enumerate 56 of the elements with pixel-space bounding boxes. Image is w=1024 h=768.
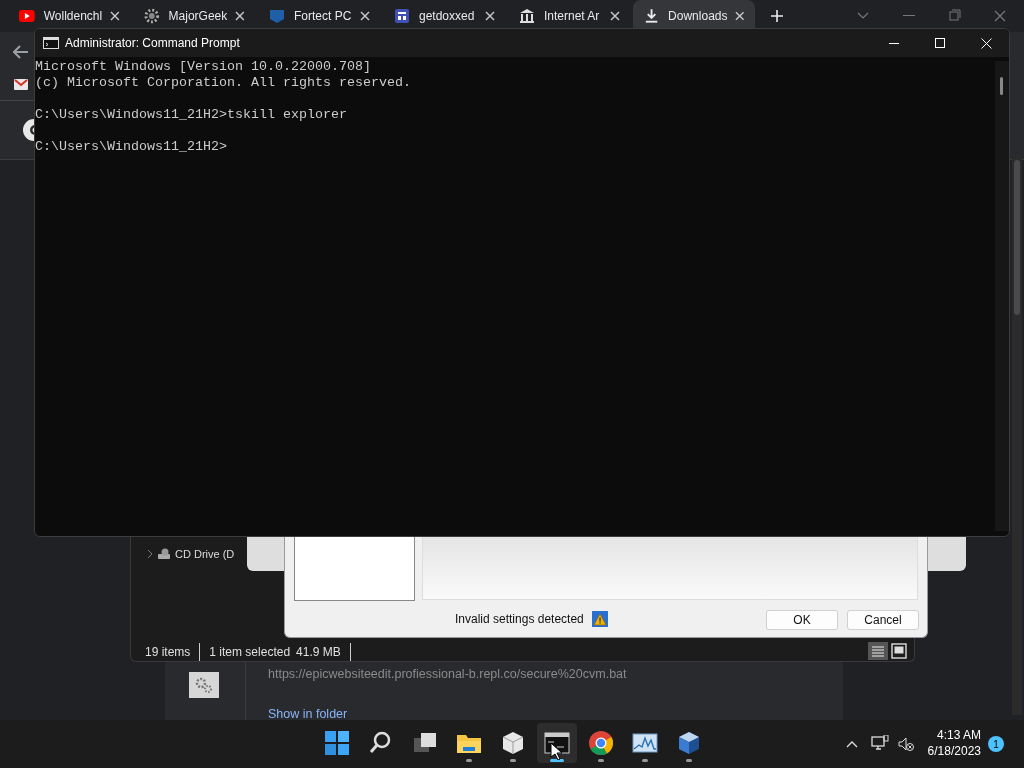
warning-icon xyxy=(591,611,608,627)
gear-icon xyxy=(189,672,219,698)
console-line: C:\Users\Windows11_21H2> xyxy=(35,139,228,155)
status-text: 1 item selected xyxy=(209,644,291,661)
close-icon[interactable] xyxy=(110,11,120,21)
clock-date: 6/18/2023 xyxy=(926,743,981,759)
console-line: Microsoft Windows [Version 10.0.22000.708] xyxy=(35,59,372,75)
chevron-up-icon[interactable] xyxy=(846,740,858,748)
page-icon xyxy=(393,7,411,25)
plus-icon[interactable] xyxy=(770,9,784,23)
notification-badge[interactable]: 1 xyxy=(988,736,1004,752)
video-icon xyxy=(18,7,36,25)
chevron-right-icon[interactable] xyxy=(147,549,153,560)
tree-item[interactable]: CD Drive (D xyxy=(175,546,235,563)
status-text: 19 items xyxy=(145,643,201,661)
dialog-button[interactable]: OK xyxy=(766,610,838,630)
chrome-icon xyxy=(587,729,615,757)
building-icon xyxy=(518,7,536,25)
scrollbar-thumb[interactable] xyxy=(1000,77,1003,95)
console-icon xyxy=(43,37,59,49)
warning-message: Invalid settings detected xyxy=(455,611,584,628)
mail-icon[interactable] xyxy=(14,79,28,90)
taskbar-app[interactable] xyxy=(537,723,577,763)
chevron-down-icon[interactable] xyxy=(857,12,869,20)
download-url: https://epicwebsiteedit.profiessional-b.repl.co/secure%20cvm.bat xyxy=(268,666,627,683)
browser-tab[interactable]: MajorGeek xyxy=(133,0,255,32)
close-icon xyxy=(980,37,992,49)
minimize-icon[interactable] xyxy=(903,15,915,17)
close-icon[interactable] xyxy=(485,11,495,21)
close-icon[interactable] xyxy=(735,11,745,21)
minimize-icon xyxy=(889,42,899,44)
scrollbar-thumb[interactable] xyxy=(1014,160,1020,315)
browser-tab[interactable]: Fortect PC xyxy=(258,0,380,32)
show-in-folder-link[interactable]: Show in folder xyxy=(268,705,348,724)
close-icon[interactable] xyxy=(610,11,620,21)
network-icon[interactable] xyxy=(871,735,889,751)
console-line: C:\Users\Windows11_21H2>tskill explorer xyxy=(35,107,348,123)
pointer-icon xyxy=(550,742,562,760)
drive-icon xyxy=(157,548,171,561)
shield-icon xyxy=(268,7,286,25)
browser-tab[interactable]: Internet Ar xyxy=(508,0,630,32)
close-icon[interactable] xyxy=(360,11,370,21)
gear-icon xyxy=(143,7,161,25)
maximize-icon xyxy=(935,38,945,48)
console-line: (c) Microsoft Corporation. All rights reserved. xyxy=(35,75,412,91)
clock-time: 4:13 AM xyxy=(935,727,981,743)
browser-tab[interactable]: Wolldenchl xyxy=(8,0,130,32)
close-icon[interactable] xyxy=(235,11,245,21)
start-icon xyxy=(323,729,351,757)
back-arrow-icon[interactable] xyxy=(13,45,29,59)
restore-icon[interactable] xyxy=(949,9,961,21)
dialog-button[interactable]: Cancel xyxy=(847,610,919,630)
tiles-view-icon[interactable] xyxy=(891,643,907,659)
window-title: Administrator: Command Prompt xyxy=(65,35,240,52)
volume-muted-icon[interactable] xyxy=(898,737,914,751)
status-text: 41.9 MB xyxy=(296,643,351,661)
